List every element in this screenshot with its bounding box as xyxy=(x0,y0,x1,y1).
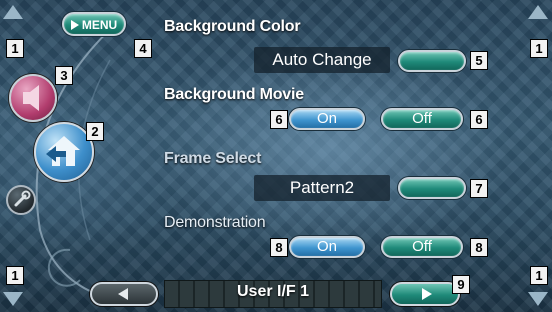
scroll-down-icon[interactable] xyxy=(3,292,23,306)
background-color-button[interactable] xyxy=(398,50,466,72)
callout-6: 6 xyxy=(470,110,488,129)
callout-5: 5 xyxy=(470,51,488,70)
background-movie-label: Background Movie xyxy=(164,86,304,103)
frame-select-value: Pattern2 xyxy=(254,175,390,201)
demonstration-on-button[interactable]: On xyxy=(289,236,365,258)
callout-1: 1 xyxy=(530,266,548,285)
menu-button[interactable]: MENU xyxy=(62,12,126,36)
background-color-value: Auto Change xyxy=(254,47,390,73)
background-movie-off-button[interactable]: Off xyxy=(381,108,463,130)
callout-8: 8 xyxy=(270,238,288,257)
speaker-icon xyxy=(23,85,39,111)
background-color-label: Background Color xyxy=(164,18,301,35)
callout-2: 2 xyxy=(86,122,104,141)
frame-select-button[interactable] xyxy=(398,177,466,199)
menu-label: MENU xyxy=(81,17,118,32)
scroll-down-icon[interactable] xyxy=(528,292,548,306)
page-title: User I/F 1 xyxy=(236,283,310,300)
home-button[interactable] xyxy=(34,122,94,182)
wrench-button[interactable] xyxy=(6,185,36,215)
home-icon xyxy=(46,136,80,166)
callout-4: 4 xyxy=(134,39,152,58)
wrench-icon xyxy=(14,190,31,207)
speaker-button[interactable] xyxy=(9,74,57,122)
callout-6: 6 xyxy=(270,110,288,129)
callout-1: 1 xyxy=(530,39,548,58)
callout-8: 8 xyxy=(470,238,488,257)
callout-9: 9 xyxy=(452,275,470,294)
frame-select-label: Frame Select xyxy=(164,150,262,167)
background-movie-on-button[interactable]: On xyxy=(289,108,365,130)
play-arrow-icon xyxy=(70,19,79,30)
callout-7: 7 xyxy=(470,179,488,198)
next-page-button[interactable] xyxy=(390,282,460,306)
scroll-up-icon[interactable] xyxy=(3,5,23,19)
callout-1: 1 xyxy=(6,266,24,285)
callout-3: 3 xyxy=(55,66,73,85)
arrow-left-icon xyxy=(118,288,128,300)
arrow-right-icon xyxy=(422,288,432,300)
demonstration-label: Demonstration xyxy=(164,214,266,231)
demonstration-off-button[interactable]: Off xyxy=(381,236,463,258)
scroll-up-icon[interactable] xyxy=(528,5,548,19)
prev-page-button[interactable] xyxy=(90,282,158,306)
callout-1: 1 xyxy=(6,39,24,58)
screen: 1 1 1 1 MENU 4 3 2 Background Color Auto… xyxy=(0,0,552,312)
